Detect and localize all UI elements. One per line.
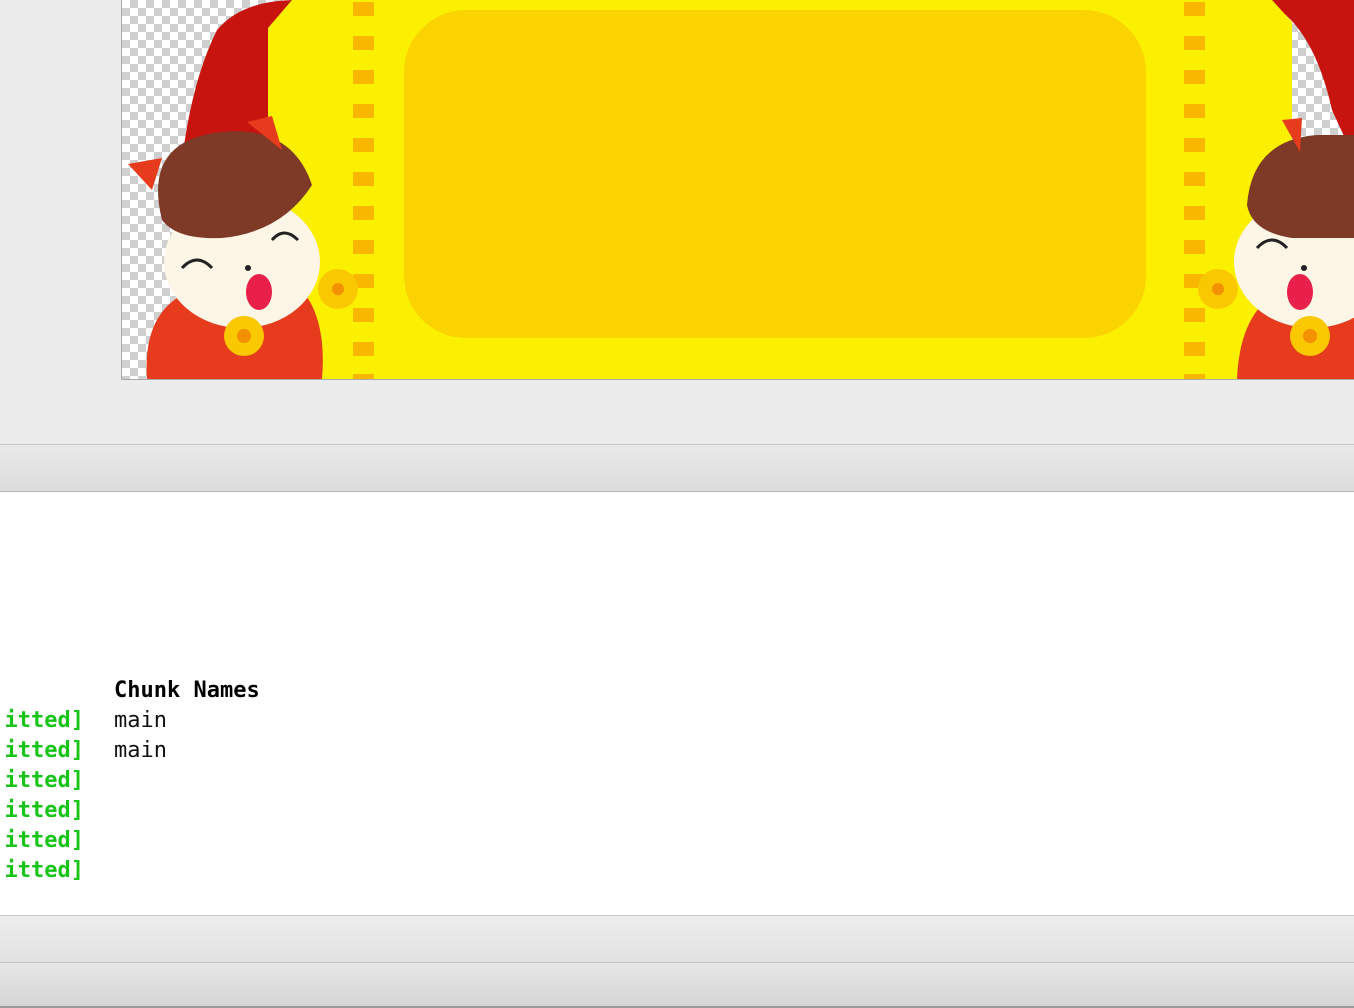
emitted-status: itted] (4, 708, 84, 733)
chunk-name: main (114, 708, 167, 733)
status-bar (0, 963, 1354, 1008)
terminal-output: Chunk Names itted] main itted] main itte… (0, 492, 1354, 916)
emitted-status: itted] (4, 828, 84, 853)
emitted-status: itted] (4, 738, 84, 763)
emitted-status: itted] (4, 798, 84, 823)
emitted-status: itted] (4, 858, 84, 883)
emitted-status: itted] (4, 768, 84, 793)
image-viewer-pane (0, 0, 1354, 445)
terminal-toolbar[interactable] (0, 916, 1354, 963)
chunk-name: main (114, 738, 167, 763)
panel-divider-toolbar[interactable] (0, 445, 1354, 492)
image-preview (121, 0, 1354, 380)
chunk-names-header: Chunk Names (114, 678, 260, 703)
banner-image (128, 0, 1354, 379)
ticket-inner-panel (404, 10, 1146, 338)
